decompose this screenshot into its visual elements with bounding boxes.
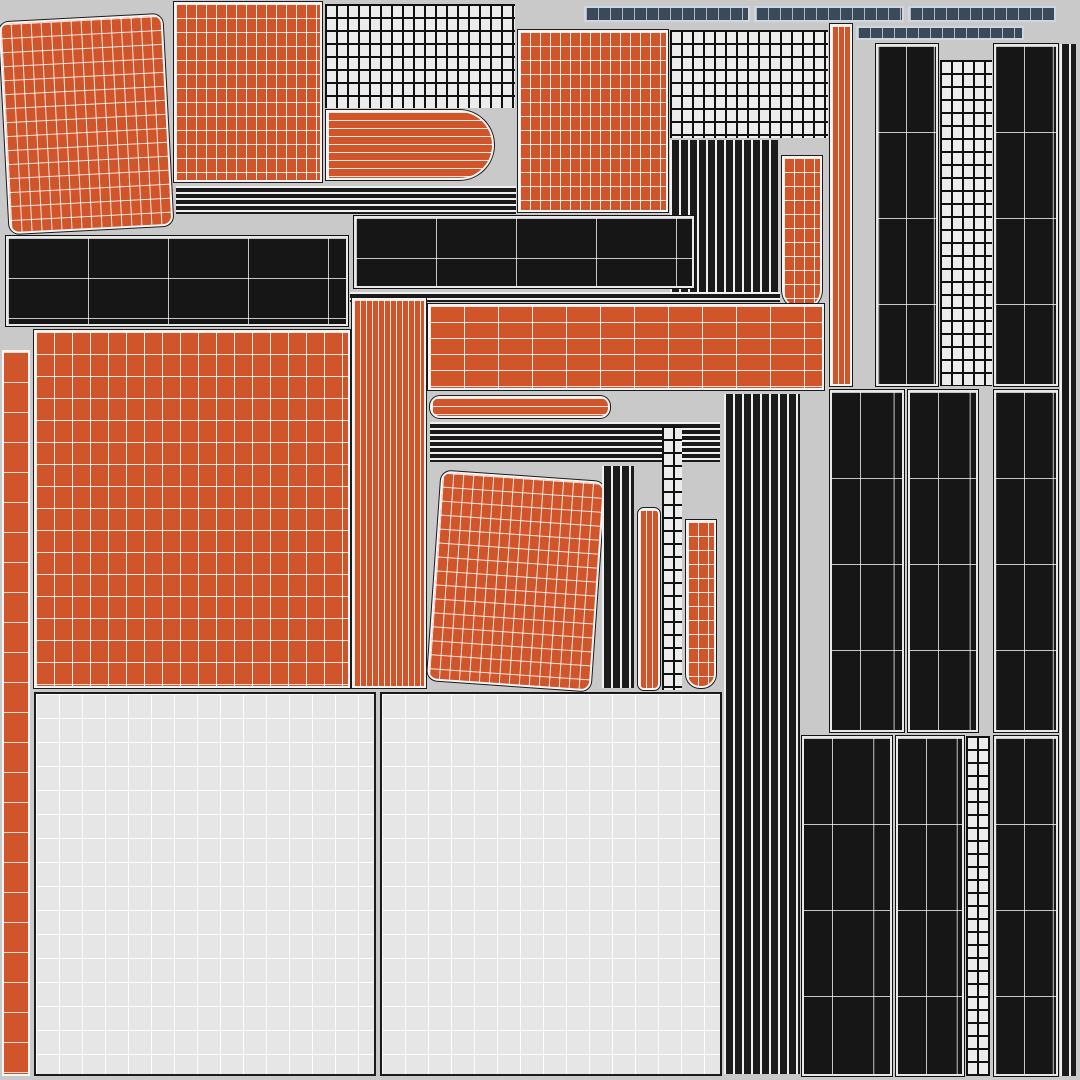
uv-island-bolt-column	[966, 736, 990, 1076]
uv-island-thin-orange-bar	[830, 24, 852, 386]
uv-island-left-edge-strip	[2, 350, 30, 1076]
uv-island-small-parts-top	[325, 4, 515, 108]
uv-island-dark-column-8	[994, 736, 1058, 1076]
uv-island-light-panel-left	[34, 692, 376, 1076]
uv-island-curved-part	[782, 156, 822, 310]
uv-island-narrow-orange-1	[638, 508, 660, 690]
uv-island-tapered-strip	[326, 110, 494, 180]
uv-island-rails-top	[176, 186, 516, 214]
uv-island-dark-column-7	[896, 736, 964, 1076]
uv-island-dark-column-4	[908, 390, 978, 732]
uv-island-large-panel	[34, 330, 350, 688]
uv-island-blue-strip-2	[754, 6, 904, 22]
uv-island-small-parts-right	[940, 60, 992, 386]
uv-island-tall-narrow-panel	[352, 298, 426, 688]
uv-island-cushion-top-left	[0, 13, 174, 235]
uv-island-dark-column-3	[830, 390, 904, 732]
uv-island-blue-strip-3	[908, 6, 1056, 22]
uv-island-panel-top	[174, 2, 322, 182]
uv-island-small-parts-mid	[670, 30, 828, 138]
uv-island-dark-column-6	[802, 736, 892, 1076]
uv-island-rails-vertical-mid	[602, 466, 634, 688]
uv-island-light-panel-right	[380, 692, 722, 1076]
uv-island-narrow-orange-2	[686, 520, 716, 688]
uv-island-rounded-bar	[430, 396, 610, 418]
uv-island-edge-strip-right	[1060, 44, 1076, 1076]
uv-island-long-rails	[724, 394, 800, 1074]
uv-island-dark-panel-mid	[354, 216, 694, 288]
uv-island-dark-column-5	[994, 390, 1058, 732]
uv-island-cushion-mid	[426, 470, 606, 692]
uv-texture-map	[0, 0, 1080, 1080]
uv-island-dark-panel-left	[6, 236, 348, 326]
uv-island-blue-strip-1	[584, 6, 750, 22]
uv-island-dark-column-1	[876, 44, 938, 386]
uv-island-blue-strip-4	[856, 26, 1024, 40]
uv-island-dark-column-2	[994, 44, 1058, 386]
uv-island-panel-upper-mid	[518, 30, 668, 212]
uv-island-long-horizontal-panel	[428, 304, 824, 390]
uv-island-small-parts-lower	[662, 426, 682, 690]
